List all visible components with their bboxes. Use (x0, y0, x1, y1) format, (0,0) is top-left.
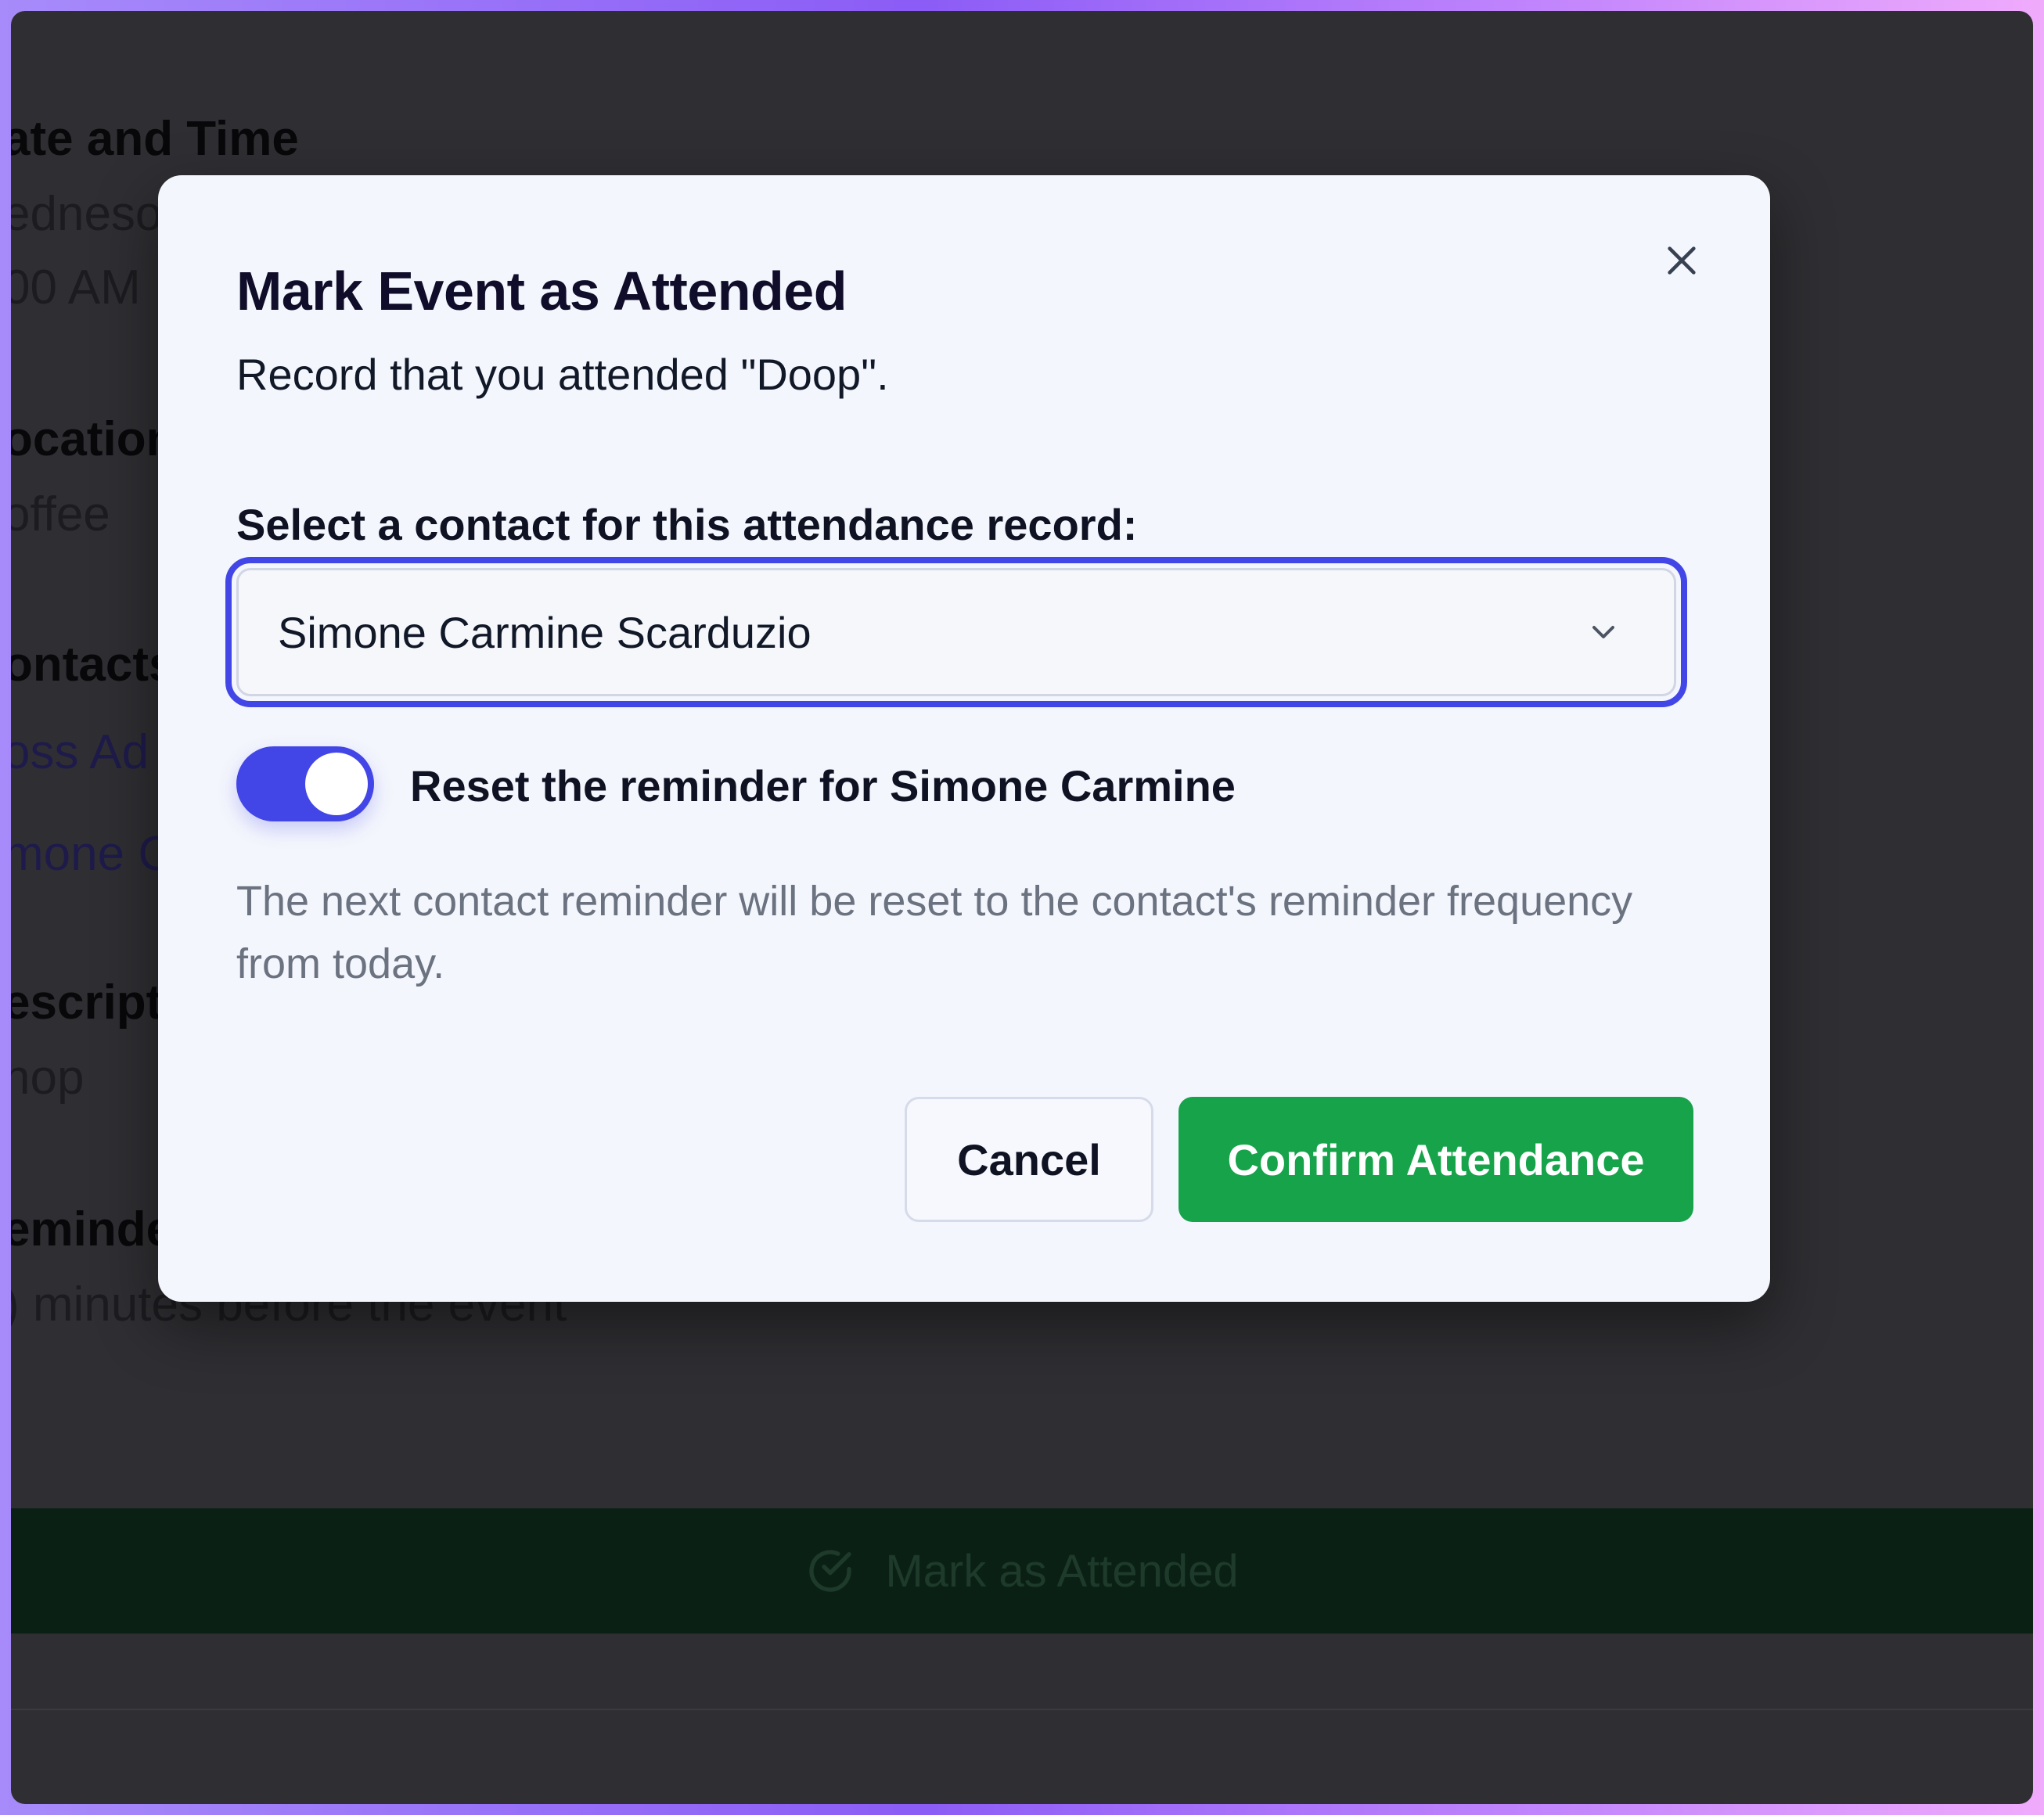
contact-select-value: Simone Carmine Scarduzio (278, 607, 811, 657)
close-icon (1664, 243, 1700, 282)
close-button[interactable] (1654, 235, 1709, 289)
bg-field-value: nop (11, 1051, 85, 1105)
bg-field-label: eminde (11, 1202, 174, 1256)
chevron-down-icon (1585, 613, 1622, 651)
toggle-knob (305, 753, 368, 815)
bg-field-value: offee (11, 487, 110, 541)
confirm-attendance-button[interactable]: Confirm Attendance (1179, 1097, 1693, 1222)
bg-mark-attended-button[interactable]: Mark as Attended (11, 1508, 2033, 1634)
bg-field-label: ocation (11, 412, 176, 466)
bg-field-label: ate and Time (11, 112, 299, 166)
contact-select[interactable]: Simone Carmine Scarduzio (225, 557, 1687, 707)
contact-select-label: Select a contact for this attendance rec… (236, 500, 1138, 549)
app-window: ate and Time edneso 00 AM ocation offee … (11, 11, 2033, 1804)
bg-field-value: edneso (11, 187, 163, 241)
bg-mark-attended-label: Mark as Attended (885, 1545, 1239, 1597)
reset-reminder-toggle[interactable] (236, 746, 374, 821)
bg-contact-link[interactable]: oss Ad (11, 724, 149, 780)
bg-contact-link[interactable]: mone C (11, 826, 173, 882)
reset-reminder-label: Reset the reminder for Simone Carmine (410, 761, 1236, 810)
bg-field-label: ontacts (11, 638, 176, 692)
dialog-subtitle: Record that you attended "Doop". (236, 350, 889, 399)
cancel-button[interactable]: Cancel (905, 1097, 1153, 1222)
check-circle-icon (805, 1546, 855, 1596)
bg-field-value: 00 AM (11, 261, 141, 314)
divider (11, 1709, 2033, 1710)
mark-attended-dialog: Mark Event as Attended Record that you a… (158, 175, 1770, 1302)
reset-reminder-help-text: The next contact reminder will be reset … (236, 878, 1633, 987)
dialog-title: Mark Event as Attended (236, 261, 847, 322)
bg-field-label: escript (11, 976, 163, 1030)
